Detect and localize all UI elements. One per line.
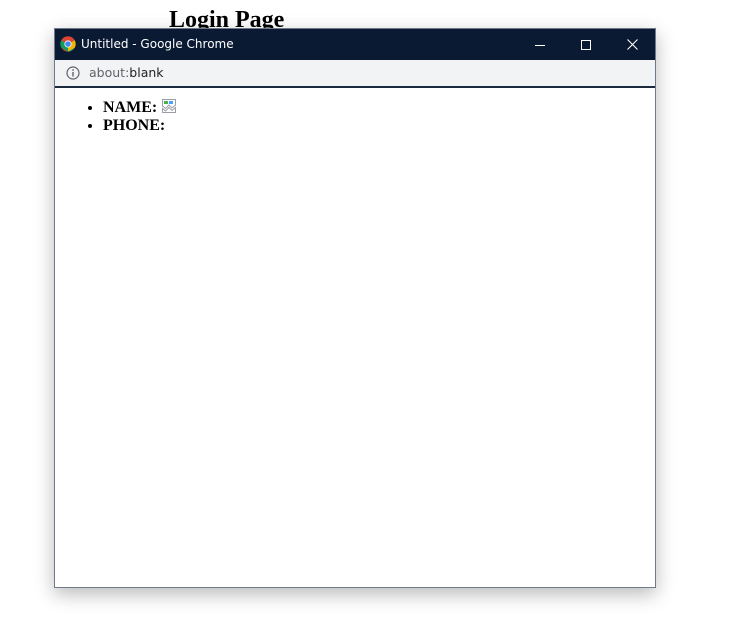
url-scheme: about: [89, 65, 130, 80]
close-icon [626, 39, 638, 50]
close-button[interactable] [609, 29, 655, 60]
minimize-icon [535, 44, 545, 46]
list-item-phone: PHONE: [103, 117, 177, 135]
title-bar[interactable]: Untitled - Google Chrome [55, 29, 655, 60]
phone-label: PHONE: [103, 117, 166, 134]
name-label: NAME: [103, 99, 158, 116]
broken-image-icon [162, 99, 177, 113]
page-content: NAME: PHONE: [55, 88, 655, 587]
minimize-button[interactable] [517, 29, 563, 60]
list-item-name: NAME: [103, 98, 177, 117]
address-bar[interactable]: about:blank [55, 60, 655, 88]
maximize-button[interactable] [563, 29, 609, 60]
maximize-icon [581, 39, 591, 50]
info-list: NAME: PHONE: [55, 98, 177, 135]
info-icon[interactable] [66, 66, 80, 80]
url-path: blank [129, 65, 164, 80]
chrome-popup-window[interactable]: Untitled - Google Chrome about:blank • N… [54, 28, 656, 588]
window-title: Untitled - Google Chrome [81, 37, 234, 51]
chrome-logo-icon [60, 36, 76, 52]
url-text[interactable]: about:blank [89, 60, 164, 86]
